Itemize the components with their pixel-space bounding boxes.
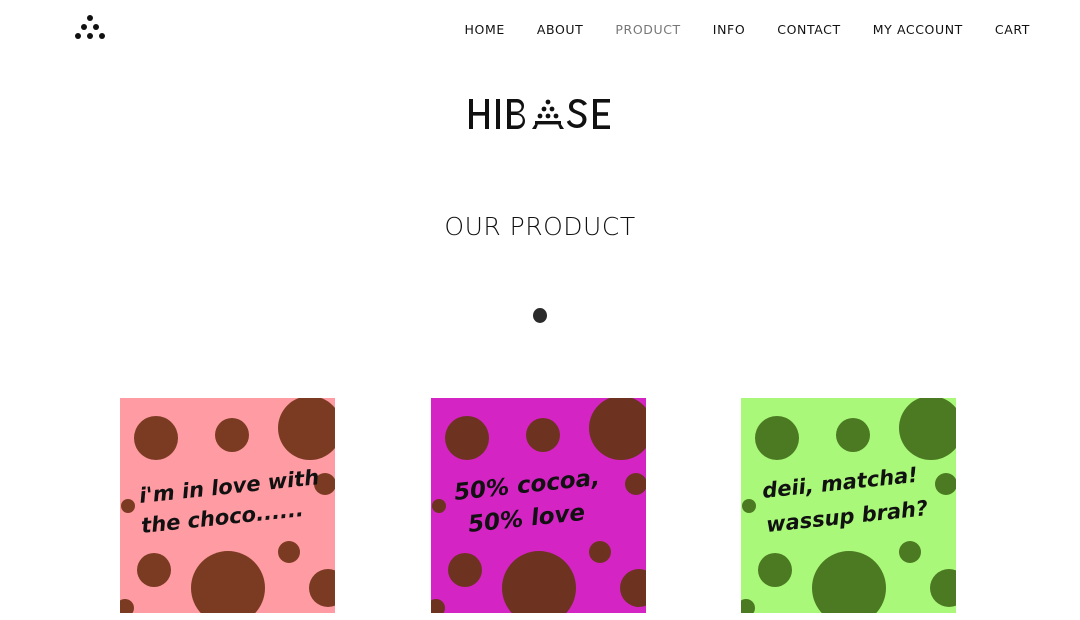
product-card-matcha[interactable]: deii, matcha! wassup brah? bbox=[741, 398, 956, 613]
nav-item-product[interactable]: PRODUCT bbox=[615, 22, 680, 37]
nav-item-home[interactable]: HOME bbox=[465, 22, 505, 37]
product-image-cocoa: 50% cocoa, 50% love bbox=[431, 398, 646, 613]
section-title: OUR PRODUCT bbox=[444, 212, 636, 241]
nav-item-my-account[interactable]: MY ACCOUNT bbox=[873, 22, 963, 37]
brand-wordmark[interactable] bbox=[0, 92, 1080, 136]
nav-item-contact[interactable]: CONTACT bbox=[777, 22, 840, 37]
main-nav: HOME ABOUT PRODUCT INFO CONTACT MY ACCOU… bbox=[433, 22, 1030, 37]
brand-logo bbox=[469, 99, 610, 129]
nav-item-about[interactable]: ABOUT bbox=[537, 22, 584, 37]
nav-item-cart[interactable]: CART bbox=[995, 22, 1030, 37]
product-card-cocoa[interactable]: 50% cocoa, 50% love bbox=[431, 398, 646, 613]
nav-item-info[interactable]: INFO bbox=[713, 22, 745, 37]
product-image-matcha: deii, matcha! wassup brah? bbox=[741, 398, 956, 613]
section-divider-dot bbox=[533, 308, 547, 323]
product-grid: i'm in love with the choco...... 50% coc… bbox=[0, 398, 1080, 620]
logo-mark-icon[interactable] bbox=[74, 14, 106, 42]
product-card-choco[interactable]: i'm in love with the choco...... bbox=[120, 398, 335, 613]
product-image-choco: i'm in love with the choco...... bbox=[120, 398, 335, 613]
